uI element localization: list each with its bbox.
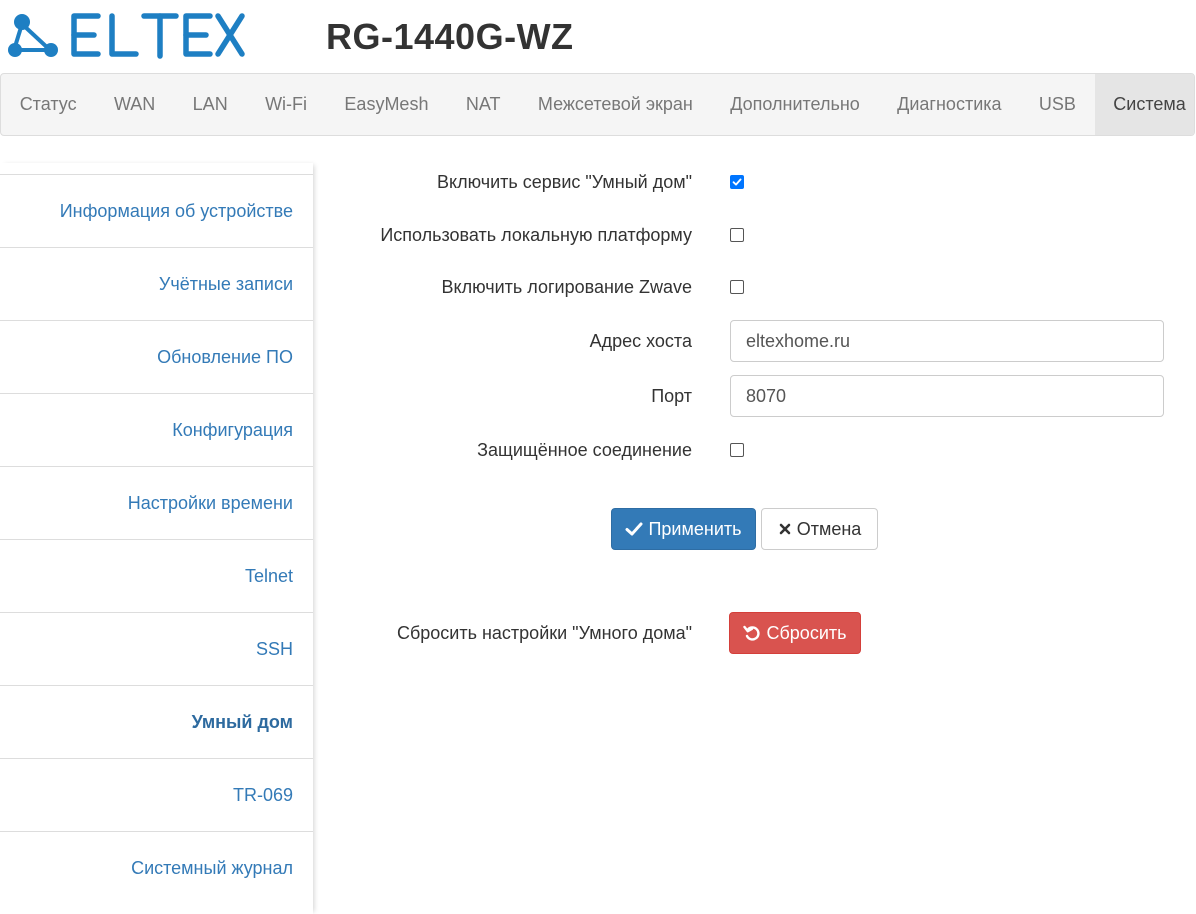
secure-connection-label: Защищённое соединение — [477, 439, 692, 460]
reset-button[interactable]: Сбросить — [729, 612, 861, 654]
sidebar-item-system-log[interactable]: Системный журнал — [0, 831, 313, 904]
nav-item-usb[interactable]: USB — [1020, 74, 1094, 135]
enable-service-checkbox[interactable] — [730, 175, 744, 189]
cancel-button-label: Отмена — [796, 518, 862, 539]
nav-item-nat[interactable]: NAT — [447, 74, 519, 135]
nav-item-easymesh[interactable]: EasyMesh — [326, 74, 447, 135]
sidebar-item-time-settings[interactable]: Настройки времени — [0, 466, 313, 539]
nav-item-diagnostics[interactable]: Диагностика — [878, 74, 1020, 135]
form-row-port: Порт 8070 — [330, 375, 1170, 417]
nav-item-wan[interactable]: WAN — [95, 74, 174, 135]
sidebar-item-telnet[interactable]: Telnet — [0, 539, 313, 612]
nav-item-firewall[interactable]: Межсетевой экран — [519, 74, 711, 135]
sidebar: Информация об устройстве Учётные записи … — [0, 163, 313, 914]
form-row-secure-connection: Защищённое соединение — [330, 438, 1170, 462]
nav-item-status[interactable]: Статус — [1, 74, 95, 135]
nav-item-lan[interactable]: LAN — [174, 74, 246, 135]
checkmark-icon — [732, 178, 742, 186]
secure-connection-checkbox[interactable] — [730, 443, 744, 457]
header: RG-1440G-WZ — [0, 0, 1196, 72]
sidebar-item-configuration[interactable]: Конфигурация — [0, 393, 313, 466]
eltex-network-icon — [8, 13, 245, 59]
apply-button-label: Применить — [648, 518, 742, 539]
nav-item-wifi[interactable]: Wi-Fi — [246, 74, 325, 135]
top-navbar: Статус WAN LAN Wi-Fi EasyMesh NAT Межсет… — [0, 73, 1195, 136]
check-icon — [625, 521, 643, 537]
enable-service-label: Включить сервис "Умный дом" — [437, 171, 692, 192]
form-row-local-platform: Использовать локальную платформу — [330, 223, 1170, 247]
form-row-host: Адрес хоста eltexhome.ru — [330, 320, 1170, 362]
nav-item-advanced[interactable]: Дополнительно — [712, 74, 879, 135]
host-label: Адрес хоста — [589, 330, 692, 351]
sidebar-item-device-info[interactable]: Информация об устройстве — [0, 174, 313, 247]
form-row-enable-service: Включить сервис "Умный дом" — [330, 170, 1170, 194]
reset-label: Сбросить настройки "Умного дома" — [396, 622, 692, 643]
sidebar-item-smart-home[interactable]: Умный дом — [0, 685, 313, 758]
port-input[interactable]: 8070 — [730, 375, 1164, 417]
form-row-zwave-logging: Включить логирование Zwave — [330, 275, 1170, 299]
cancel-button[interactable]: Отмена — [761, 508, 878, 550]
device-model: RG-1440G-WZ — [326, 16, 574, 57]
local-platform-label: Использовать локальную платформу — [380, 224, 692, 245]
port-label: Порт — [651, 385, 692, 406]
apply-button[interactable]: Применить — [611, 508, 756, 550]
local-platform-checkbox[interactable] — [730, 228, 744, 242]
nav-item-system[interactable]: Система — [1094, 74, 1194, 135]
sidebar-item-accounts[interactable]: Учётные записи — [0, 247, 313, 320]
zwave-logging-checkbox[interactable] — [730, 280, 744, 294]
undo-icon — [743, 624, 761, 642]
close-icon — [778, 522, 792, 536]
sidebar-item-firmware-update[interactable]: Обновление ПО — [0, 320, 313, 393]
reset-button-label: Сбросить — [766, 622, 847, 643]
zwave-logging-label: Включить логирование Zwave — [441, 276, 693, 297]
host-input[interactable]: eltexhome.ru — [730, 320, 1164, 362]
sidebar-item-ssh[interactable]: SSH — [0, 612, 313, 685]
eltex-logo[interactable] — [8, 8, 248, 64]
sidebar-item-tr069[interactable]: TR-069 — [0, 758, 313, 831]
